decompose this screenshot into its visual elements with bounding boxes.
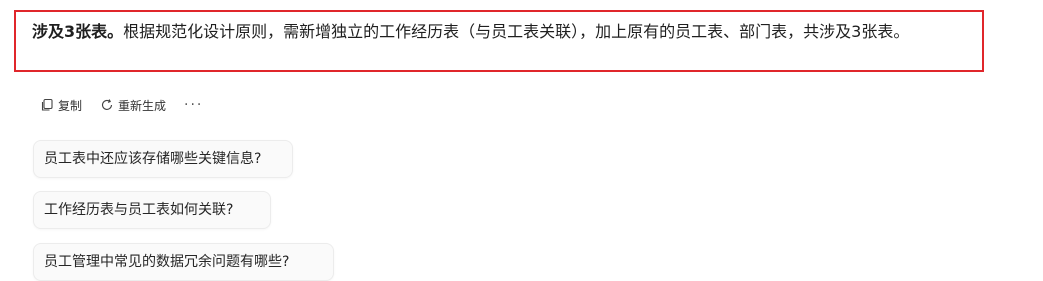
answer-action-bar: 复制 重新生成 ··· (40, 94, 203, 116)
copy-icon (40, 98, 54, 112)
answer-highlight-box: 涉及3张表。根据规范化设计原则，需新增独立的工作经历表（与员工表关联），加上原有… (14, 10, 984, 72)
regenerate-label: 重新生成 (118, 98, 167, 113)
suggestion-chip[interactable]: 员工表中还应该存储哪些关键信息? (33, 140, 293, 178)
more-options-button[interactable]: ··· (184, 97, 203, 113)
copy-label: 复制 (58, 98, 83, 113)
refresh-icon (100, 98, 114, 112)
suggestion-chip[interactable]: 员工管理中常见的数据冗余问题有哪些? (33, 243, 334, 281)
answer-bold-summary: 涉及3张表。 (32, 22, 124, 41)
copy-button[interactable]: 复制 (40, 97, 82, 114)
suggestion-chip[interactable]: 工作经历表与员工表如何关联? (33, 191, 271, 229)
regenerate-button[interactable]: 重新生成 (100, 97, 166, 114)
answer-text: 根据规范化设计原则，需新增独立的工作经历表（与员工表关联），加上原有的员工表、部… (123, 22, 910, 41)
